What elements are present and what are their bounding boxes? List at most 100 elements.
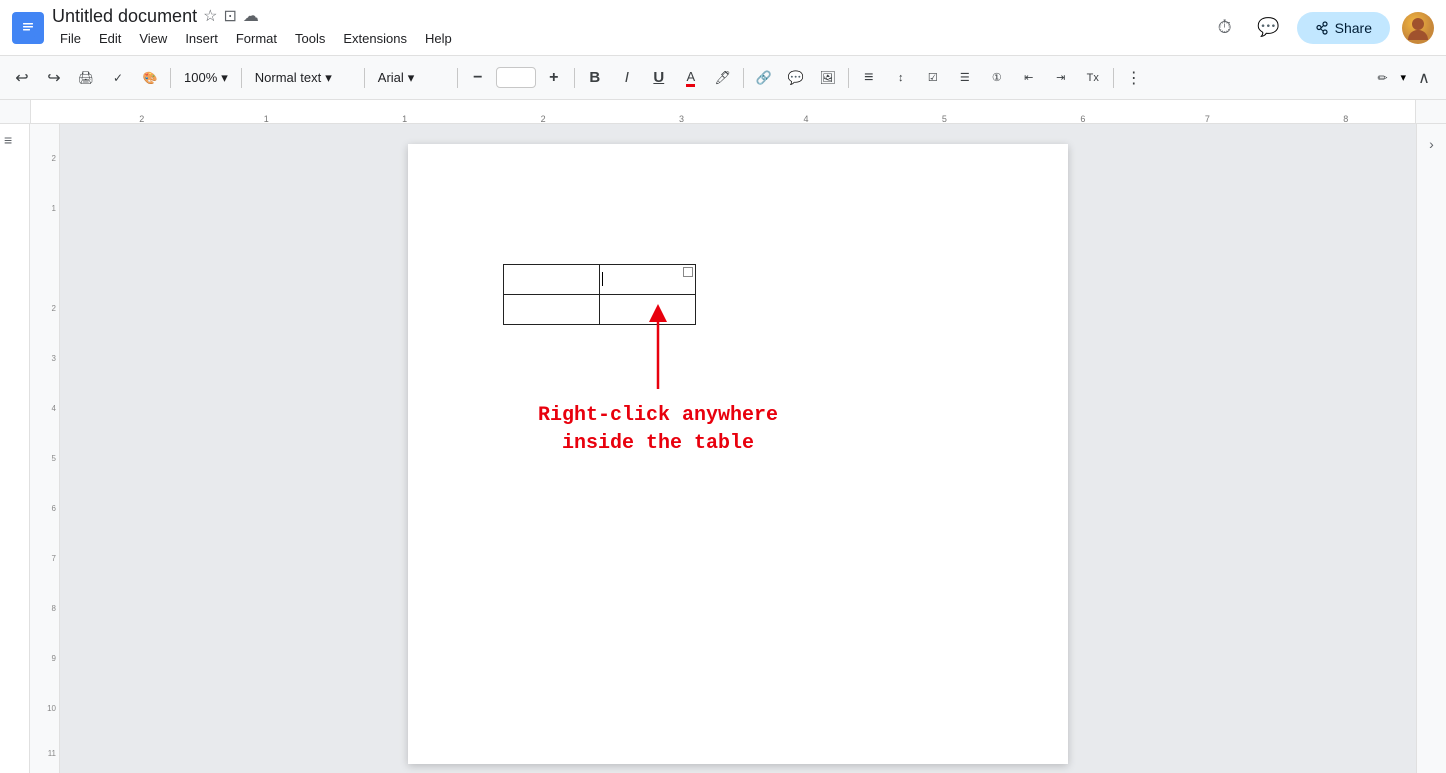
- vruler-8: 8: [52, 604, 56, 613]
- annotation-container: Right-click anywhere inside the table: [498, 304, 818, 458]
- menu-bar: File Edit View Insert Format Tools Exten…: [52, 27, 1201, 50]
- star-icon[interactable]: ☆: [203, 6, 217, 26]
- redo-button[interactable]: ↪: [40, 64, 68, 92]
- annotation-line1: Right-click anywhere: [498, 402, 818, 430]
- menu-format[interactable]: Format: [228, 27, 285, 50]
- doc-title[interactable]: Untitled document: [52, 6, 197, 27]
- ruler: 2 1 1 2 3 4 5 6 7 8: [0, 100, 1446, 124]
- style-chevron: ▾: [325, 70, 332, 86]
- separator-5: [574, 68, 575, 88]
- print-button[interactable]: 🖨: [72, 64, 100, 92]
- menu-insert[interactable]: Insert: [177, 27, 226, 50]
- ruler-inner: 2 1 1 2 3 4 5 6 7 8: [30, 100, 1416, 123]
- vruler-11: 11: [48, 749, 56, 758]
- vruler-2: 2: [52, 154, 56, 163]
- separator-2: [241, 68, 242, 88]
- more-options-button[interactable]: ⋮: [1120, 64, 1148, 92]
- spell-check-button[interactable]: ✓: [104, 64, 132, 92]
- menu-edit[interactable]: Edit: [91, 27, 129, 50]
- vruler-5: 5: [52, 454, 56, 463]
- indent-button[interactable]: ⇥: [1047, 64, 1075, 92]
- paint-format-button[interactable]: 🎨: [136, 64, 164, 92]
- numbered-list-button[interactable]: ①: [983, 64, 1011, 92]
- checklist-button[interactable]: ☑: [919, 64, 947, 92]
- separator-8: [1113, 68, 1114, 88]
- zoom-value: 100%: [184, 70, 217, 85]
- separator-6: [743, 68, 744, 88]
- sidebar-expand-button[interactable]: ›: [1420, 132, 1444, 156]
- ruler-mark-7: 7: [1205, 114, 1210, 124]
- zoom-select[interactable]: 100% ▾: [177, 66, 235, 90]
- doc-icon: [12, 12, 44, 44]
- table-cell-r0c0[interactable]: [504, 265, 600, 295]
- ruler-mark-6: 6: [1080, 114, 1085, 124]
- ruler-mark-1: 1: [264, 114, 269, 124]
- italic-button[interactable]: I: [613, 64, 641, 92]
- style-value: Normal text: [255, 70, 321, 85]
- decrease-font-button[interactable]: −: [464, 64, 492, 92]
- main-area: ≡ 2 1 2 3 4 5 6 7 8 9 10 11: [0, 124, 1446, 773]
- zoom-chevron: ▾: [221, 70, 228, 86]
- outdent-button[interactable]: ⇤: [1015, 64, 1043, 92]
- text-color-button[interactable]: A: [677, 64, 705, 92]
- doc-title-area: Untitled document ☆ ⊡ ☁ File Edit View I…: [52, 6, 1201, 50]
- table-cell-r0c1[interactable]: [600, 265, 696, 295]
- link-button[interactable]: 🔗: [750, 64, 778, 92]
- vruler-2b: 2: [52, 304, 56, 313]
- underline-button[interactable]: U: [645, 64, 673, 92]
- right-sidebar: ›: [1416, 124, 1446, 773]
- comment-button[interactable]: 💬: [782, 64, 810, 92]
- menu-view[interactable]: View: [131, 27, 175, 50]
- font-size-input[interactable]: 11: [496, 67, 536, 88]
- menu-extensions[interactable]: Extensions: [335, 27, 415, 50]
- menu-file[interactable]: File: [52, 27, 89, 50]
- vruler-6: 6: [52, 504, 56, 513]
- vruler-7: 7: [52, 554, 56, 563]
- edit-mode-chevron[interactable]: ▾: [1400, 71, 1406, 84]
- history-icon[interactable]: ⏱: [1209, 12, 1241, 44]
- annotation-text: Right-click anywhere inside the table: [498, 402, 818, 458]
- ruler-mark-2b: 2: [541, 114, 546, 124]
- ruler-mark-2: 2: [139, 114, 144, 124]
- menu-help[interactable]: Help: [417, 27, 460, 50]
- undo-button[interactable]: ↩: [8, 64, 36, 92]
- vruler-9: 9: [52, 654, 56, 663]
- separator-7: [848, 68, 849, 88]
- doc-title-row: Untitled document ☆ ⊡ ☁: [52, 6, 1201, 27]
- avatar[interactable]: [1402, 12, 1434, 44]
- vruler-10: 10: [47, 704, 56, 713]
- ruler-mark-5: 5: [942, 114, 947, 124]
- ruler-mark-3: 3: [679, 114, 684, 124]
- font-select[interactable]: Arial ▾: [371, 66, 451, 90]
- cell-resize-handle[interactable]: [683, 267, 693, 277]
- separator-4: [457, 68, 458, 88]
- share-button[interactable]: Share: [1297, 12, 1390, 44]
- edit-mode-button[interactable]: ✏: [1368, 64, 1396, 92]
- annotation-line2: inside the table: [498, 430, 818, 458]
- cloud-icon[interactable]: ☁: [243, 6, 259, 26]
- align-button[interactable]: ≡: [855, 64, 883, 92]
- annotation-arrow: [643, 304, 673, 394]
- clear-format-button[interactable]: Tx: [1079, 64, 1107, 92]
- bullet-list-button[interactable]: ☰: [951, 64, 979, 92]
- style-select[interactable]: Normal text ▾: [248, 66, 358, 90]
- highlight-button[interactable]: 🖊: [709, 64, 737, 92]
- document-page[interactable]: Right-click anywhere inside the table: [408, 144, 1068, 764]
- folder-icon[interactable]: ⊡: [223, 6, 236, 26]
- ruler-mark-4: 4: [804, 114, 809, 124]
- line-spacing-button[interactable]: ↕: [887, 64, 915, 92]
- bold-button[interactable]: B: [581, 64, 609, 92]
- document-area[interactable]: Right-click anywhere inside the table: [60, 124, 1416, 773]
- font-chevron: ▾: [408, 70, 415, 86]
- increase-font-button[interactable]: +: [540, 64, 568, 92]
- menu-tools[interactable]: Tools: [287, 27, 333, 50]
- vruler-1: 1: [52, 204, 56, 213]
- chat-icon[interactable]: 💬: [1253, 12, 1285, 44]
- font-value: Arial: [378, 70, 404, 85]
- vruler-3: 3: [52, 354, 56, 363]
- collapse-toolbar-button[interactable]: ∧: [1410, 64, 1438, 92]
- image-button[interactable]: 🖼: [814, 64, 842, 92]
- vruler-4: 4: [52, 404, 56, 413]
- outline-icon[interactable]: ≡: [4, 132, 25, 148]
- title-bar: Untitled document ☆ ⊡ ☁ File Edit View I…: [0, 0, 1446, 56]
